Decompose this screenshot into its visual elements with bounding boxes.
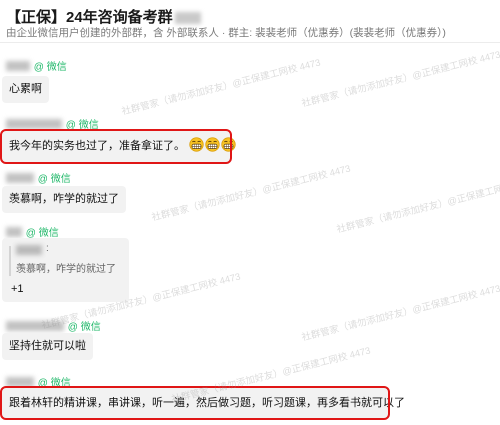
message-bubble[interactable]: 坚持住就可以啦	[2, 333, 93, 360]
watermark: 社群管家（请勿添加好友）@正保建工网校 4473	[300, 283, 500, 344]
wechat-tag: @ 微信	[37, 174, 71, 185]
wechat-tag: @ 微信	[65, 120, 99, 131]
sender-row: @ 微信	[6, 374, 71, 389]
sender-name-redacted[interactable]	[6, 60, 30, 71]
message-text: 羡慕啊，咋学的就过了	[9, 193, 119, 205]
sender-row: @ 微信	[6, 170, 71, 185]
watermark: 社群管家（请勿添加好友）@正保建工网校 4473	[120, 57, 322, 118]
header-divider	[0, 42, 500, 43]
quote-bar	[9, 246, 11, 276]
message-text: 坚持住就可以啦	[9, 340, 86, 352]
message-bubble-highlighted[interactable]: 我今年的实务也过了，准备拿证了。	[0, 129, 236, 164]
wechat-tag: @ 微信	[67, 322, 101, 333]
quote-message-bubble[interactable]: : 羡慕啊，咋学的就过了 +1	[2, 238, 129, 302]
message-text: 跟着林轩的精讲课，串讲课，听一遍，然后做习题，听习题课，再多看书就可以了	[9, 397, 405, 409]
sender-name-redacted[interactable]	[6, 118, 62, 129]
group-title-text: 【正保】24年咨询备考群	[6, 9, 173, 26]
sender-name-redacted[interactable]	[6, 172, 34, 183]
quote-colon: :	[46, 243, 49, 254]
quoted-author-redacted	[16, 245, 42, 255]
message-text: +1	[11, 283, 24, 295]
watermark: 社群管家（请勿添加好友）@正保建工网校 4473	[150, 163, 352, 224]
message-bubble-highlighted[interactable]: 跟着林轩的精讲课，串讲课，听一遍，然后做习题，听习题课，再多看书就可以了	[0, 386, 405, 420]
sender-row: @ 微信	[6, 318, 101, 333]
chat-header: 【正保】24年咨询备考群 由企业微信用户创建的外部群，含 外部联系人 · 群主:…	[0, 0, 500, 44]
message-bubble[interactable]: 羡慕啊，咋学的就过了	[2, 186, 126, 213]
grin-face-icon	[189, 137, 204, 152]
wechat-tag: @ 微信	[33, 62, 67, 73]
grin-face-icon	[221, 137, 236, 152]
group-subtitle: 由企业微信用户创建的外部群，含 外部联系人 · 群主: 裴裴老师（优惠券）(裴裴…	[6, 27, 446, 39]
sender-name-redacted[interactable]	[6, 376, 34, 387]
grin-face-icon	[205, 137, 220, 152]
sender-row: @ 微信	[6, 224, 59, 239]
watermark: 社群管家（请勿添加好友）@正保建工网校 4473	[300, 49, 500, 110]
watermark: 社群管家（请勿添加好友）@正保建工网校 4473	[335, 175, 500, 236]
redacted-name	[174, 12, 201, 25]
sender-name-redacted[interactable]	[6, 320, 64, 331]
group-title[interactable]: 【正保】24年咨询备考群	[6, 6, 201, 27]
sender-row: @ 微信	[6, 116, 99, 131]
quoted-text: 羡慕啊，咋学的就过了	[16, 264, 116, 275]
message-text: 心累啊	[9, 83, 42, 95]
sender-name-redacted[interactable]	[6, 226, 22, 237]
message-bubble[interactable]: 心累啊	[2, 76, 49, 103]
sender-row: @ 微信	[6, 58, 67, 73]
message-text: 我今年的实务也过了，准备拿证了。	[9, 140, 185, 152]
